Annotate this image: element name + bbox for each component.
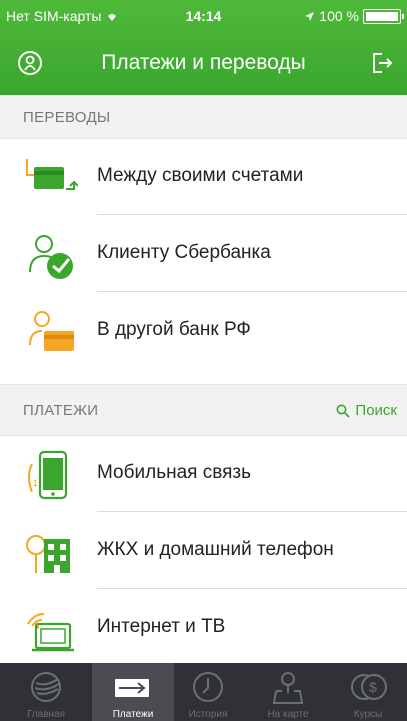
transfer-own-accounts-label: Между своими счетами bbox=[97, 165, 304, 186]
tab-main[interactable]: Главная bbox=[6, 663, 86, 721]
battery-icon bbox=[363, 9, 404, 24]
own-accounts-transfer-icon bbox=[26, 159, 78, 190]
transfer-sberbank-client-label: Клиенту Сбербанка bbox=[97, 242, 271, 263]
status-bar: Нет SIM-карты 14:14 100 % bbox=[0, 0, 407, 30]
payments-section-title: ПЛАТЕЖИ bbox=[23, 402, 99, 419]
logout-icon bbox=[373, 53, 393, 73]
divider bbox=[97, 588, 407, 589]
clock-icon bbox=[193, 672, 223, 702]
payment-utilities-label: ЖКХ и домашний телефон bbox=[97, 539, 334, 560]
profile-icon bbox=[18, 51, 42, 75]
transfer-other-bank-label: В другой банк РФ bbox=[97, 319, 251, 340]
search-button[interactable]: Поиск bbox=[336, 402, 397, 419]
payment-internet-tv-label: Интернет и ТВ bbox=[97, 616, 226, 637]
sberbank-client-icon bbox=[29, 235, 73, 279]
transfers-section-title: ПЕРЕВОДЫ bbox=[23, 109, 111, 126]
app-header: Нет SIM-карты 14:14 100 % Платежи и пере… bbox=[0, 0, 407, 95]
payment-mobile-label: Мобильная связь bbox=[97, 462, 251, 483]
location-arrow-icon bbox=[305, 12, 315, 21]
payment-mobile-item[interactable]: 1 Мобильная связь bbox=[0, 436, 407, 512]
transfers-section-header: ПЕРЕВОДЫ bbox=[0, 95, 407, 139]
search-icon bbox=[336, 404, 350, 418]
divider bbox=[97, 214, 407, 215]
other-bank-icon bbox=[29, 311, 74, 351]
tab-history[interactable]: История bbox=[168, 663, 248, 721]
divider bbox=[97, 291, 407, 292]
payments-section-header: ПЛАТЕЖИ Поиск bbox=[0, 384, 407, 436]
tab-map[interactable]: На карте bbox=[248, 663, 328, 721]
transfer-sberbank-client-item[interactable]: Клиенту Сбербанка bbox=[0, 216, 407, 292]
transfer-own-accounts-item[interactable]: Между своими счетами bbox=[0, 139, 407, 215]
tab-rates[interactable]: $ Курсы bbox=[328, 663, 407, 721]
divider bbox=[97, 511, 407, 512]
logout-button[interactable] bbox=[365, 46, 399, 80]
battery-percent: 100 % bbox=[304, 8, 359, 24]
payment-internet-tv-item[interactable]: Интернет и ТВ bbox=[0, 590, 407, 666]
svg-text:1: 1 bbox=[33, 478, 38, 488]
payment-utilities-item[interactable]: ЖКХ и домашний телефон bbox=[0, 513, 407, 589]
payments-arrow-icon bbox=[115, 679, 149, 697]
map-pin-icon bbox=[272, 672, 304, 704]
mobile-phone-icon: 1 bbox=[28, 450, 68, 500]
tab-bar: Главная Платежи История На карте $ Курсы bbox=[0, 663, 407, 721]
profile-button[interactable] bbox=[13, 46, 47, 80]
tab-payments[interactable]: Платежи bbox=[92, 663, 174, 721]
transfer-other-bank-item[interactable]: В другой банк РФ bbox=[0, 293, 407, 369]
currency-icon: $ bbox=[351, 674, 387, 700]
page-title: Платежи и переводы bbox=[101, 51, 306, 74]
svg-text:$: $ bbox=[369, 679, 377, 695]
housing-utilities-icon bbox=[26, 535, 70, 573]
sberbank-logo-icon bbox=[31, 672, 61, 702]
internet-tv-icon bbox=[27, 613, 74, 652]
